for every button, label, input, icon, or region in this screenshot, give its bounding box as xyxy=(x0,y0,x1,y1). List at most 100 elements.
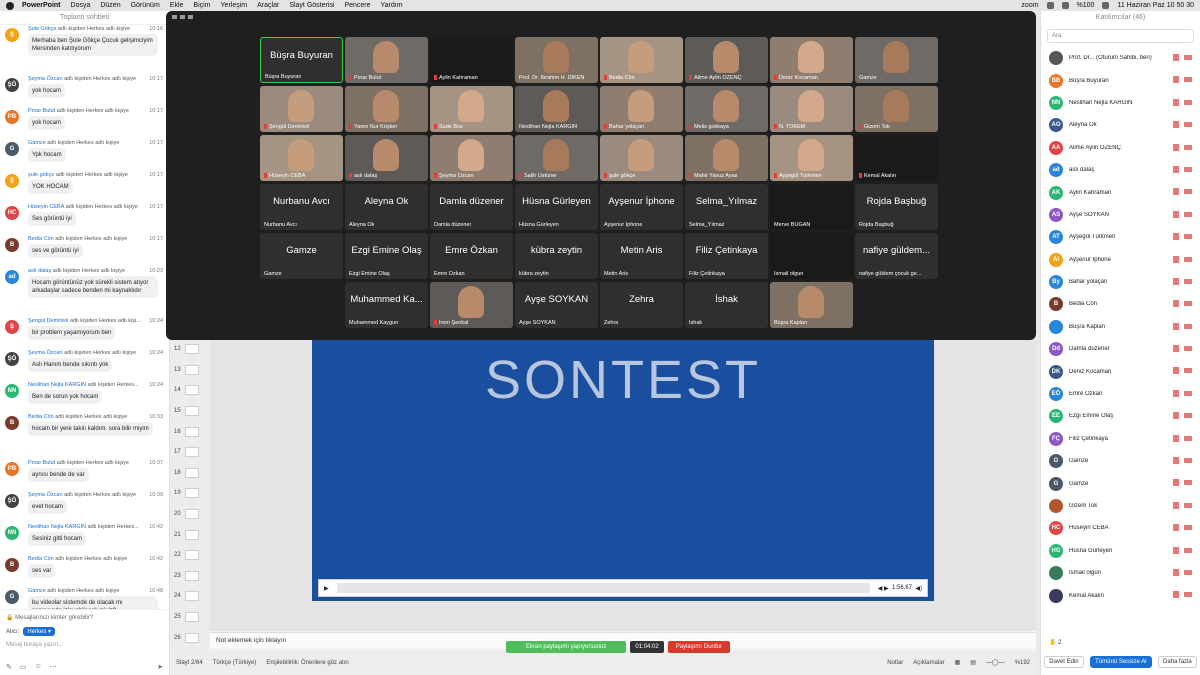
volume-icon[interactable]: ◀) xyxy=(915,585,922,592)
slide-thumbnail[interactable]: 23 xyxy=(170,566,210,587)
view-normal-icon[interactable]: ▦ xyxy=(955,659,961,666)
participant-row[interactable]: EÖ Emre Özkan xyxy=(1041,383,1200,405)
sender-name[interactable]: Bedia Cön xyxy=(28,236,54,242)
menu-item[interactable]: Yerleşim xyxy=(221,2,248,9)
mic-muted-icon[interactable] xyxy=(1173,479,1179,487)
zoom-level[interactable]: %192 xyxy=(1015,660,1030,666)
video-tile[interactable]: Kemal Akalın xyxy=(855,135,938,181)
video-off-icon[interactable] xyxy=(1184,122,1192,128)
sender-name[interactable]: Gamze xyxy=(28,140,46,146)
mic-muted-icon[interactable] xyxy=(1173,210,1179,218)
share-status[interactable]: Ekran paylaşımı yapıyorsunuz xyxy=(506,641,627,653)
mic-muted-icon[interactable] xyxy=(1173,524,1179,532)
slide-thumbnail[interactable]: 20 xyxy=(170,504,210,525)
chat-privacy-link[interactable]: 🔒 Mesajlarınızı kimler görebilir? xyxy=(0,610,169,625)
video-off-icon[interactable] xyxy=(1184,346,1192,352)
notes-toggle[interactable]: Notlar xyxy=(887,660,903,666)
video-tile[interactable]: Zehra Zehra xyxy=(600,282,683,328)
participant-row[interactable]: Ai Ayşenur İphone xyxy=(1041,249,1200,271)
video-tile[interactable]: Filiz Çetinkaya Filiz Çetinkaya xyxy=(685,233,768,279)
sender-name[interactable]: Hüseyin CEBA xyxy=(28,204,64,210)
video-tile[interactable]: Şeyma Özcan xyxy=(430,135,513,181)
mic-muted-icon[interactable] xyxy=(1173,233,1179,241)
video-tile[interactable]: Aleyna Ok Aleyna Ok xyxy=(345,184,428,230)
battery-label[interactable]: %100 xyxy=(1077,2,1095,9)
participant-row[interactable]: ad aslı dalaş xyxy=(1041,159,1200,181)
video-off-icon[interactable] xyxy=(1184,413,1192,419)
video-tile[interactable]: Büşra Kaplan xyxy=(770,282,853,328)
participant-row[interactable]: Gizem Tok xyxy=(1041,495,1200,517)
participant-row[interactable]: BB Büşra Buyuran xyxy=(1041,69,1200,91)
video-tile[interactable]: Aylin Kahraman xyxy=(430,37,513,83)
more-icon[interactable]: ⋯ xyxy=(50,663,57,671)
sender-name[interactable]: Pınar Bulut xyxy=(28,108,55,114)
language-label[interactable]: Türkçe (Türkiye) xyxy=(213,660,257,666)
video-tile[interactable]: Muhammed Ka... Muhammed Kaygun xyxy=(345,282,428,328)
sender-name[interactable]: Neslihan Nejla KARGIN xyxy=(28,524,86,530)
participant-row[interactable]: AK Aylin Kahraman xyxy=(1041,181,1200,203)
forward-icon[interactable]: ▶ xyxy=(884,585,889,592)
video-tile[interactable]: Şengül Demirkol xyxy=(260,86,343,132)
video-off-icon[interactable] xyxy=(1184,569,1192,575)
video-tile[interactable]: Ezgi Emine Olaş Ezgi Emine Olaş xyxy=(345,233,428,279)
slide-thumbnail[interactable]: 17 xyxy=(170,442,210,463)
sender-name[interactable]: Şeyma Özcan xyxy=(28,492,63,498)
menu-item[interactable]: Slayt Gösterisi xyxy=(289,2,334,9)
video-off-icon[interactable] xyxy=(1184,278,1192,284)
stop-share-button[interactable]: Paylaşımı Durdur xyxy=(667,641,731,653)
participant-row[interactable]: AO Aleyna Ok xyxy=(1041,114,1200,136)
video-off-icon[interactable] xyxy=(1184,55,1192,60)
video-tile[interactable]: kübra zeytin kübra zeytin xyxy=(515,233,598,279)
slide-thumbnail[interactable]: 12 xyxy=(170,339,210,360)
menu-item[interactable]: Düzen xyxy=(100,2,120,9)
slide-thumbnail[interactable]: 21 xyxy=(170,524,210,545)
slide-thumbnail[interactable]: 26 xyxy=(170,627,210,648)
mute-all-button[interactable]: Tümünü Sessize Al xyxy=(1090,656,1152,668)
menu-item[interactable]: Görünüm xyxy=(131,2,160,9)
video-off-icon[interactable] xyxy=(1184,458,1192,464)
sender-name[interactable]: şule gökçe xyxy=(28,172,54,178)
video-tile[interactable]: aslı dalaş xyxy=(345,135,428,181)
invite-button[interactable]: Davet Edin xyxy=(1044,656,1084,668)
video-tile[interactable]: Büşra Buyuran Büşra Buyuran xyxy=(260,37,343,83)
video-tile[interactable]: Merve BUĞAN xyxy=(770,184,853,230)
sender-name[interactable]: Gamze xyxy=(28,588,46,594)
participant-row[interactable]: FÇ Filiz Çetinkaya xyxy=(1041,428,1200,450)
mic-muted-icon[interactable] xyxy=(1173,367,1179,375)
video-tile[interactable]: Rojda Başbuğ Rojda Başbuğ xyxy=(855,184,938,230)
sender-name[interactable]: Şengül Demirkol xyxy=(28,318,68,324)
sender-name[interactable]: Şeyma Özcan xyxy=(28,76,63,82)
video-tile[interactable]: Deniz Kocaman xyxy=(770,37,853,83)
video-off-icon[interactable] xyxy=(1184,368,1192,374)
video-off-icon[interactable] xyxy=(1184,502,1192,508)
menu-app-name[interactable]: PowerPoint xyxy=(22,2,61,9)
participant-row[interactable]: Dd Damla düzener xyxy=(1041,338,1200,360)
sender-name[interactable]: Şule Gökçe xyxy=(28,26,56,32)
slide-thumbnail[interactable]: 25 xyxy=(170,607,210,628)
apple-icon[interactable] xyxy=(6,1,14,10)
emoji-icon[interactable]: ☺ xyxy=(35,663,42,671)
video-tile[interactable]: Bahar yolaçan xyxy=(600,86,683,132)
video-tile[interactable]: Ayşenur İphone Ayşenur İphone xyxy=(600,184,683,230)
video-off-icon[interactable] xyxy=(1184,77,1192,83)
mic-muted-icon[interactable] xyxy=(1173,322,1179,330)
participant-row[interactable]: By Bahar yolaçan xyxy=(1041,271,1200,293)
video-tile[interactable]: Selma_Yılmaz Selma_Yılmaz xyxy=(685,184,768,230)
video-tile[interactable]: Neslihan Nejla KARGIN xyxy=(515,86,598,132)
participant-row[interactable]: AA Alime Aylin ÖZENÇ xyxy=(1041,137,1200,159)
datetime-label[interactable]: 11 Haziran Paz 10 50 30 xyxy=(1117,2,1194,9)
wifi-icon[interactable] xyxy=(1046,2,1054,9)
current-slide[interactable]: SONTEST ▶ ◀ ▶ 1:56,67 ◀) xyxy=(312,339,934,601)
mic-muted-icon[interactable] xyxy=(1173,345,1179,353)
mic-muted-icon[interactable] xyxy=(1173,457,1179,465)
sender-name[interactable]: Bedia Cön xyxy=(28,556,54,562)
video-tile[interactable]: Ayşegül Türkmen xyxy=(770,135,853,181)
video-off-icon[interactable] xyxy=(1184,547,1192,553)
menu-item[interactable]: Araçlar xyxy=(257,2,279,9)
mic-muted-icon[interactable] xyxy=(1173,434,1179,442)
video-tile[interactable]: Salih Üstüner xyxy=(515,135,598,181)
slide-thumbnail[interactable]: 16 xyxy=(170,421,210,442)
video-tile[interactable]: N. TOKEM xyxy=(770,86,853,132)
mic-muted-icon[interactable] xyxy=(1173,165,1179,173)
video-tile[interactable]: Hüsna Gürleyen Hüsna Gürleyen xyxy=(515,184,598,230)
